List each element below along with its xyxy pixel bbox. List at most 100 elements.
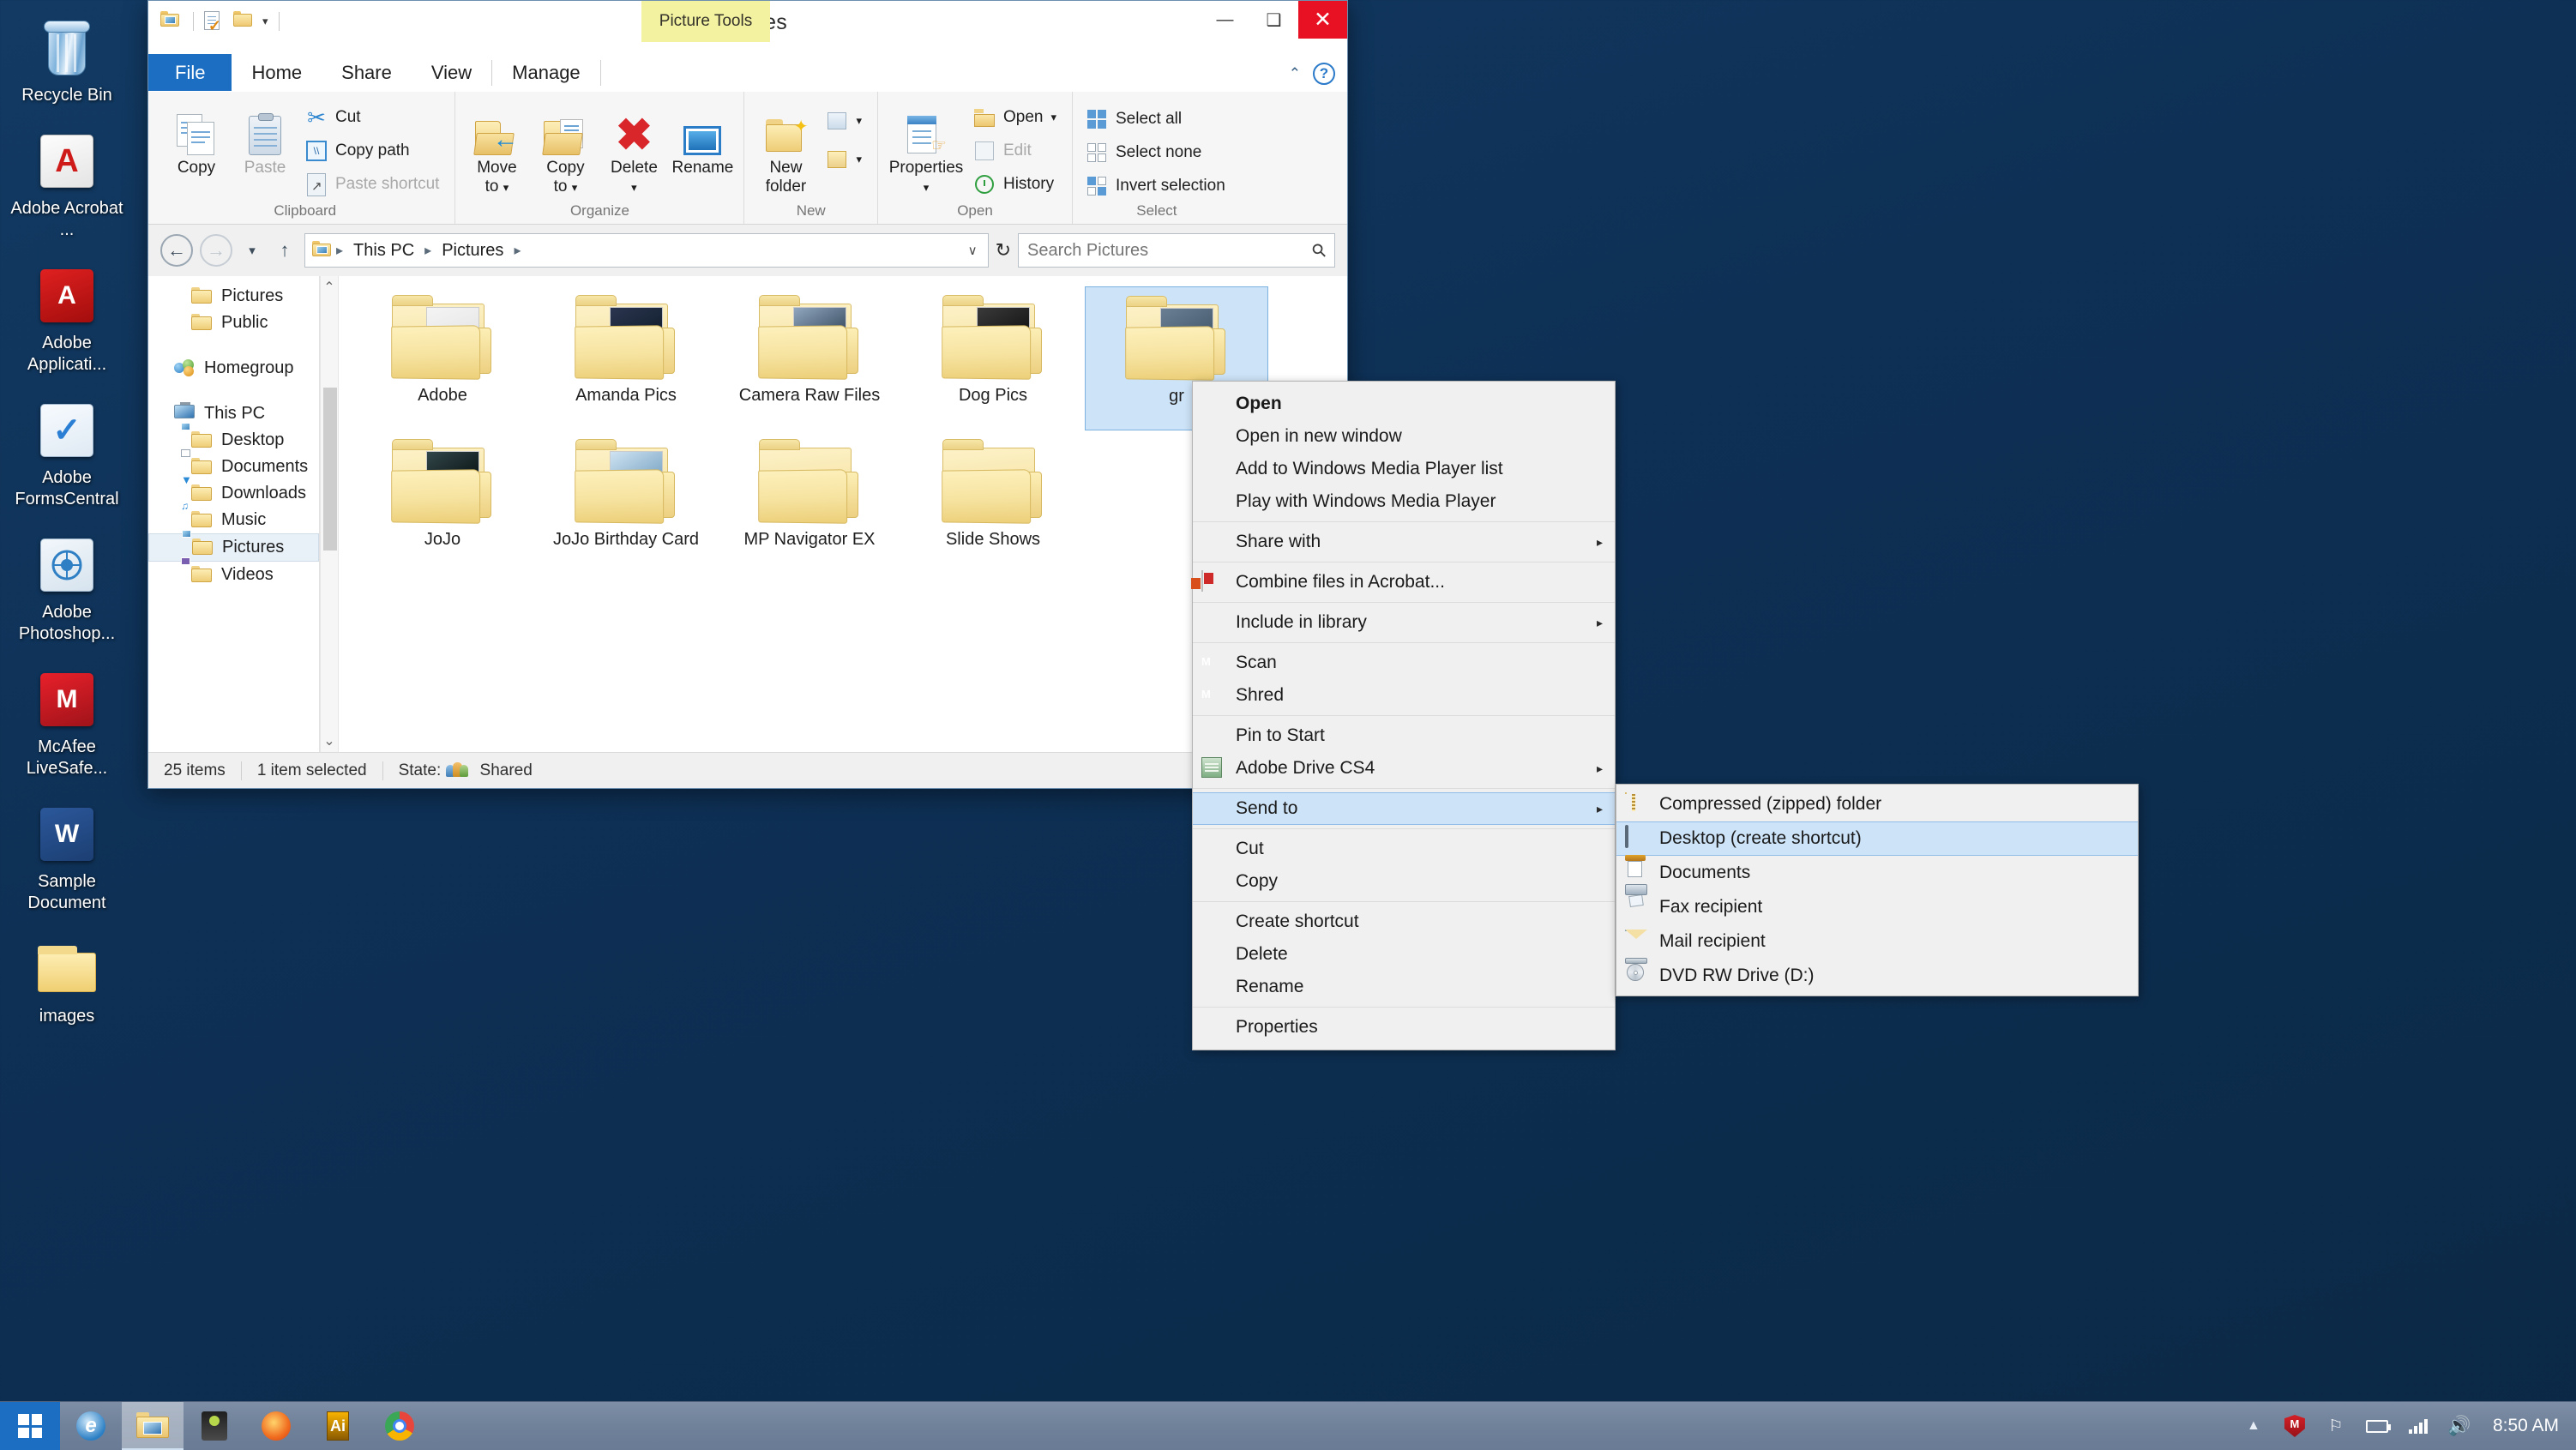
battery-icon[interactable] <box>2364 1413 2391 1439</box>
action-center-flag-icon[interactable]: ⚐ <box>2323 1413 2349 1439</box>
desktop-icon-adobe-photoshop[interactable]: Adobe Photoshop... <box>0 532 134 645</box>
nav-item-homegroup[interactable]: Homegroup <box>148 355 319 382</box>
navigation-pane-scrollbar[interactable]: ⌃ ⌄ <box>320 276 339 752</box>
nav-item-pictures-library[interactable]: Pictures <box>148 283 319 310</box>
move-to-button[interactable]: ← Move to ▾ <box>464 99 529 202</box>
invert-selection-button[interactable]: Invert selection <box>1081 171 1232 201</box>
context-menu-item-create-shortcut[interactable]: Create shortcut <box>1193 905 1615 938</box>
paste-shortcut-button[interactable]: ↗ Paste shortcut <box>301 170 446 199</box>
search-box[interactable]: ⚲ <box>1018 233 1335 268</box>
desktop-icon-adobe-application[interactable]: A Adobe Applicati... <box>0 263 134 376</box>
delete-button[interactable]: ✖ Delete ▾ <box>601 99 666 202</box>
nav-item-public[interactable]: Public <box>148 310 319 336</box>
file-item-camera-raw-files[interactable]: Camera Raw Files <box>718 286 901 430</box>
taskbar-item-adobe-illustrator[interactable]: Ai <box>307 1402 369 1450</box>
context-menu-item-adobe-drive-cs4[interactable]: Adobe Drive CS4 ▸ <box>1193 752 1615 785</box>
context-menu-item-include-in-library[interactable]: Include in library ▸ <box>1193 606 1615 639</box>
submenu-item-compressed-zipped-folder[interactable]: Compressed (zipped) folder <box>1616 787 2138 821</box>
nav-item-music[interactable]: ♫ Music <box>148 501 319 533</box>
help-icon[interactable]: ? <box>1313 63 1335 85</box>
tab-share[interactable]: Share <box>322 54 412 91</box>
easy-access-dropdown-icon[interactable]: ▾ <box>856 153 862 166</box>
properties-dropdown-icon[interactable]: ▾ <box>924 181 930 194</box>
address-dropdown-icon[interactable]: ∨ <box>968 243 978 258</box>
copy-to-button[interactable]: Copy to ▾ <box>533 99 598 202</box>
network-icon[interactable] <box>2405 1413 2431 1439</box>
desktop-icon-adobe-formscentral[interactable]: ✓ Adobe FormsCentral <box>0 398 134 510</box>
nav-item-videos[interactable]: Videos <box>148 557 319 588</box>
context-menu-item-play-with-wmp[interactable]: Play with Windows Media Player <box>1193 485 1615 518</box>
context-menu-item-delete[interactable]: Delete <box>1193 938 1615 971</box>
taskbar-item-file-explorer[interactable] <box>122 1401 184 1450</box>
new-item-button[interactable]: ▾ <box>822 106 869 135</box>
breadcrumb-pictures[interactable]: Pictures <box>436 238 509 263</box>
context-menu-item-send-to[interactable]: Send to ▸ <box>1193 792 1615 825</box>
context-menu-item-rename[interactable]: Rename <box>1193 971 1615 1003</box>
edit-button[interactable]: Edit <box>969 136 1063 165</box>
copy-button[interactable]: Copy <box>164 99 229 182</box>
context-menu-item-copy[interactable]: Copy <box>1193 865 1615 898</box>
desktop-icon-recycle-bin[interactable]: Recycle Bin <box>0 15 134 106</box>
context-menu-item-shred[interactable]: M Shred <box>1193 679 1615 712</box>
context-menu-item-add-to-wmp-list[interactable]: Add to Windows Media Player list <box>1193 453 1615 485</box>
taskbar-clock[interactable]: 8:50 AM <box>2488 1416 2559 1436</box>
tab-file[interactable]: File <box>148 54 232 91</box>
new-folder-button[interactable]: ✦ New folder <box>753 99 818 201</box>
file-item-amanda-pics[interactable]: Amanda Pics <box>534 286 718 430</box>
nav-item-desktop[interactable]: Desktop <box>148 422 319 454</box>
new-item-dropdown-icon[interactable]: ▾ <box>856 114 862 128</box>
file-item-slide-shows[interactable]: Slide Shows <box>901 430 1085 575</box>
forward-button[interactable]: → <box>200 234 232 267</box>
delete-dropdown-icon[interactable]: ▾ <box>631 181 637 194</box>
open-button[interactable]: Open ▾ <box>969 103 1063 132</box>
minimize-button[interactable]: — <box>1201 1 1249 39</box>
search-input[interactable] <box>1027 240 1313 261</box>
select-none-button[interactable]: Select none <box>1081 138 1232 167</box>
select-all-button[interactable]: Select all <box>1081 105 1232 134</box>
submenu-item-mail-recipient[interactable]: Mail recipient <box>1616 924 2138 959</box>
taskbar-item-internet-explorer[interactable] <box>60 1402 122 1450</box>
paste-button[interactable]: Paste <box>232 99 298 182</box>
desktop-icon-images[interactable]: images <box>0 936 134 1027</box>
collapse-ribbon-icon[interactable]: ⌃ <box>1289 65 1301 82</box>
nav-item-documents[interactable]: Documents <box>148 448 319 480</box>
file-item-jojo[interactable]: JoJo <box>351 430 534 575</box>
context-menu-item-cut[interactable]: Cut <box>1193 833 1615 865</box>
submenu-item-documents[interactable]: Documents <box>1616 855 2138 890</box>
copy-to-dropdown-icon[interactable]: ▾ <box>572 181 578 194</box>
desktop-icon-adobe-acrobat[interactable]: A Adobe Acrobat ... <box>0 129 134 241</box>
file-item-dog-pics[interactable]: Dog Pics <box>901 286 1085 430</box>
tab-view[interactable]: View <box>411 54 492 91</box>
recent-locations-button[interactable]: ▾ <box>239 234 265 267</box>
open-dropdown-icon[interactable]: ▾ <box>1050 111 1056 124</box>
taskbar-item-chrome[interactable] <box>369 1402 430 1450</box>
context-menu-item-open-in-new-window[interactable]: Open in new window <box>1193 420 1615 453</box>
copy-path-button[interactable]: \\ Copy path <box>301 136 446 165</box>
mcafee-tray-icon[interactable]: M <box>2282 1413 2308 1439</box>
nav-item-pictures[interactable]: Pictures <box>148 529 319 562</box>
context-menu-item-share-with[interactable]: Share with ▸ <box>1193 526 1615 558</box>
cut-button[interactable]: ✂ Cut <box>301 103 446 132</box>
taskbar-item-pen-app[interactable] <box>184 1402 245 1450</box>
context-menu-item-pin-to-start[interactable]: Pin to Start <box>1193 719 1615 752</box>
refresh-icon[interactable]: ↻ <box>996 239 1011 262</box>
history-button[interactable]: History <box>969 170 1063 199</box>
address-bar[interactable]: ▸ This PC ▸ Pictures ▸ ∨ <box>304 233 989 268</box>
easy-access-button[interactable]: ▾ <box>822 145 869 174</box>
context-menu-item-open[interactable]: Open <box>1193 388 1615 420</box>
close-button[interactable]: ✕ <box>1298 1 1347 39</box>
submenu-item-desktop-create-shortcut[interactable]: Desktop (create shortcut) <box>1616 821 2138 856</box>
tab-home[interactable]: Home <box>232 54 322 91</box>
submenu-item-dvd-rw-drive[interactable]: DVD RW Drive (D:) <box>1616 958 2138 993</box>
file-item-jojo-birthday-card[interactable]: JoJo Birthday Card <box>534 430 718 575</box>
desktop-icon-mcafee-livesafe[interactable]: M McAfee LiveSafe... <box>0 667 134 779</box>
nav-item-this-pc[interactable]: This PC <box>148 400 319 427</box>
up-button[interactable]: ↑ <box>272 234 298 267</box>
start-button[interactable] <box>0 1401 60 1450</box>
breadcrumb-this-pc[interactable]: This PC <box>348 238 419 263</box>
properties-button[interactable]: ☞ Properties ▾ <box>887 99 966 202</box>
scroll-up-arrow-icon[interactable]: ⌃ <box>323 279 334 296</box>
file-item-adobe[interactable]: Adobe <box>351 286 534 430</box>
nav-item-downloads[interactable]: ▼ Downloads <box>148 474 319 507</box>
scrollbar-thumb[interactable] <box>323 388 337 551</box>
